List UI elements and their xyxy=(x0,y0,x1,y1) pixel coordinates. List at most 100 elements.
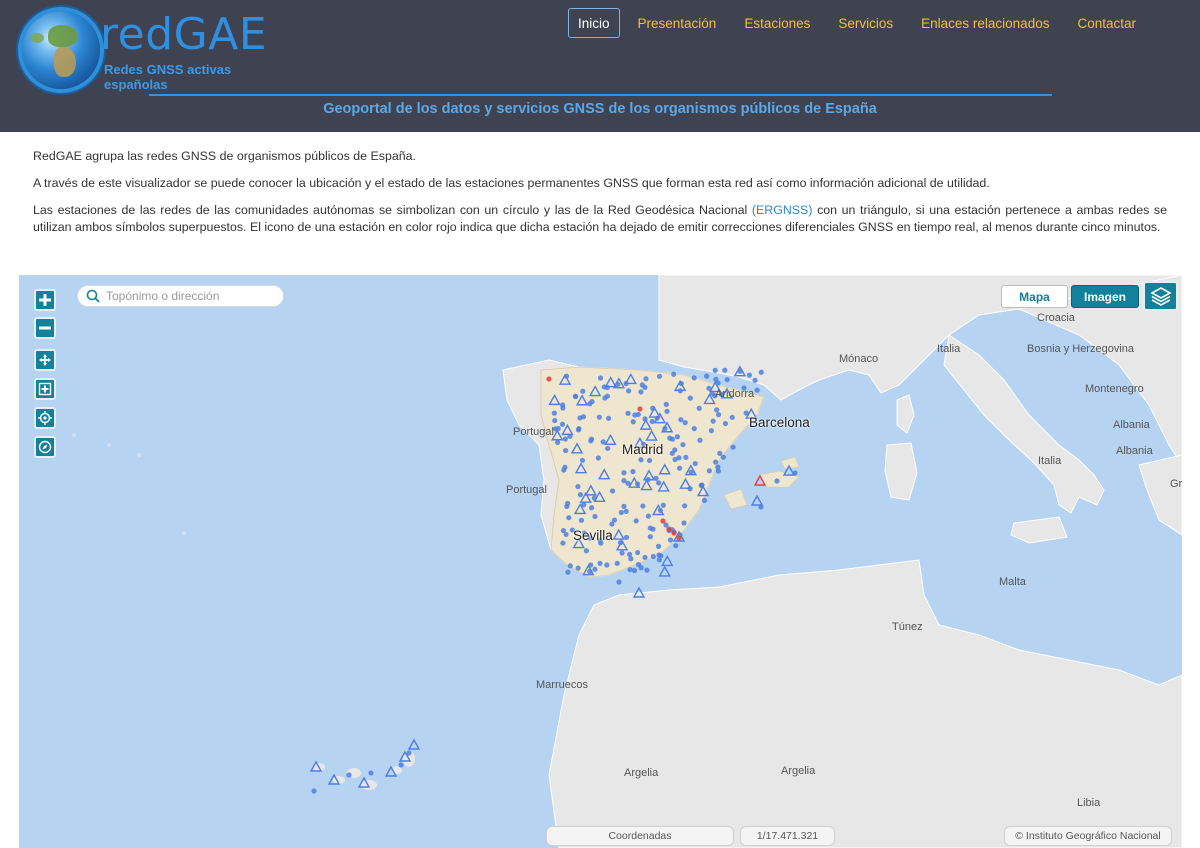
station-circle-marker[interactable] xyxy=(715,464,721,470)
station-circle-marker[interactable] xyxy=(656,480,662,486)
station-circle-marker[interactable] xyxy=(646,457,653,464)
station-circle-marker[interactable] xyxy=(722,367,728,373)
station-circle-marker[interactable] xyxy=(627,551,633,557)
station-circle-marker[interactable] xyxy=(623,534,630,540)
station-circle-marker[interactable] xyxy=(667,537,674,543)
station-circle-marker[interactable] xyxy=(656,552,662,558)
station-circle-marker[interactable] xyxy=(563,531,569,538)
station-circle-marker[interactable] xyxy=(628,556,634,562)
station-circle-marker[interactable] xyxy=(758,504,764,510)
station-circle-marker[interactable] xyxy=(597,375,604,381)
station-triangle-marker[interactable] xyxy=(407,738,421,750)
station-circle-marker[interactable] xyxy=(630,468,636,475)
station-circle-marker[interactable] xyxy=(406,750,412,756)
station-circle-marker[interactable] xyxy=(566,515,572,521)
station-circle-marker[interactable] xyxy=(575,427,582,433)
station-circle-marker[interactable] xyxy=(677,388,683,394)
station-circle-marker[interactable] xyxy=(575,483,581,490)
station-circle-marker[interactable] xyxy=(588,505,595,511)
station-circle-marker[interactable] xyxy=(660,518,666,524)
station-circle-marker[interactable] xyxy=(682,503,688,509)
station-circle-marker[interactable] xyxy=(671,530,677,536)
station-circle-marker[interactable] xyxy=(635,561,642,568)
station-circle-marker[interactable] xyxy=(546,376,552,382)
station-circle-marker[interactable] xyxy=(588,438,594,444)
search-input[interactable] xyxy=(106,289,276,303)
nav-inicio[interactable]: Inicio xyxy=(567,8,620,38)
station-circle-marker[interactable] xyxy=(311,788,317,794)
station-circle-marker[interactable] xyxy=(592,513,598,520)
station-circle-marker[interactable] xyxy=(621,478,627,484)
station-circle-marker[interactable] xyxy=(551,410,557,416)
station-circle-marker[interactable] xyxy=(577,415,583,421)
station-circle-marker[interactable] xyxy=(687,395,693,401)
station-circle-marker[interactable] xyxy=(676,465,683,471)
station-circle-marker[interactable] xyxy=(649,418,655,425)
locate-button[interactable] xyxy=(34,407,56,429)
station-circle-marker[interactable] xyxy=(645,513,651,519)
station-circle-marker[interactable] xyxy=(587,401,593,407)
station-circle-marker[interactable] xyxy=(697,437,703,443)
station-circle-marker[interactable] xyxy=(614,560,620,566)
station-circle-marker[interactable] xyxy=(638,389,644,395)
station-circle-marker[interactable] xyxy=(577,492,583,498)
station-circle-marker[interactable] xyxy=(642,384,648,390)
station-circle-marker[interactable] xyxy=(729,414,735,420)
station-circle-marker[interactable] xyxy=(621,503,627,509)
station-circle-marker[interactable] xyxy=(600,439,606,445)
station-circle-marker[interactable] xyxy=(706,468,713,474)
station-triangle-marker[interactable] xyxy=(750,494,764,506)
station-circle-marker[interactable] xyxy=(604,393,610,399)
station-circle-marker[interactable] xyxy=(604,562,610,568)
compass-button[interactable] xyxy=(34,436,56,458)
station-circle-marker[interactable] xyxy=(398,762,404,768)
full-extent-button[interactable] xyxy=(34,349,56,371)
station-circle-marker[interactable] xyxy=(708,428,714,434)
station-circle-marker[interactable] xyxy=(792,470,798,476)
station-circle-marker[interactable] xyxy=(678,417,684,423)
station-triangle-marker[interactable] xyxy=(658,565,671,577)
station-circle-marker[interactable] xyxy=(717,450,723,456)
station-circle-marker[interactable] xyxy=(650,405,656,411)
station-circle-marker[interactable] xyxy=(346,772,352,778)
station-circle-marker[interactable] xyxy=(657,507,663,514)
station-circle-marker[interactable] xyxy=(692,460,698,467)
station-circle-marker[interactable] xyxy=(626,388,632,394)
station-circle-marker[interactable] xyxy=(623,508,629,515)
station-circle-marker[interactable] xyxy=(573,393,579,400)
station-circle-marker[interactable] xyxy=(618,509,624,516)
station-circle-marker[interactable] xyxy=(730,444,736,450)
station-circle-marker[interactable] xyxy=(683,454,689,460)
station-circle-marker[interactable] xyxy=(714,407,720,413)
station-circle-marker[interactable] xyxy=(752,377,758,383)
station-circle-marker[interactable] xyxy=(619,550,625,556)
station-circle-marker[interactable] xyxy=(611,517,618,523)
station-circle-marker[interactable] xyxy=(696,405,702,411)
station-circle-marker[interactable] xyxy=(724,377,730,383)
station-circle-marker[interactable] xyxy=(595,455,601,461)
station-circle-marker[interactable] xyxy=(671,371,677,377)
station-circle-marker[interactable] xyxy=(774,478,780,484)
station-circle-marker[interactable] xyxy=(555,425,561,432)
station-circle-marker[interactable] xyxy=(635,549,641,556)
station-circle-marker[interactable] xyxy=(567,563,573,569)
station-circle-marker[interactable] xyxy=(758,369,764,375)
station-circle-marker[interactable] xyxy=(664,408,670,414)
station-circle-marker[interactable] xyxy=(715,412,722,418)
station-circle-marker[interactable] xyxy=(368,770,374,776)
station-circle-marker[interactable] xyxy=(681,520,687,526)
station-circle-marker[interactable] xyxy=(615,381,621,388)
station-circle-marker[interactable] xyxy=(587,568,593,575)
station-circle-marker[interactable] xyxy=(630,419,636,425)
station-circle-marker[interactable] xyxy=(666,526,672,532)
station-circle-marker[interactable] xyxy=(605,445,611,452)
station-circle-marker[interactable] xyxy=(559,421,566,427)
station-circle-marker[interactable] xyxy=(687,486,693,492)
station-circle-marker[interactable] xyxy=(625,410,631,416)
station-circle-marker[interactable] xyxy=(701,497,708,503)
station-circle-marker[interactable] xyxy=(682,420,688,426)
station-circle-marker[interactable] xyxy=(706,385,712,391)
station-circle-marker[interactable] xyxy=(698,482,704,488)
station-circle-marker[interactable] xyxy=(650,526,656,532)
station-circle-marker[interactable] xyxy=(640,503,646,509)
